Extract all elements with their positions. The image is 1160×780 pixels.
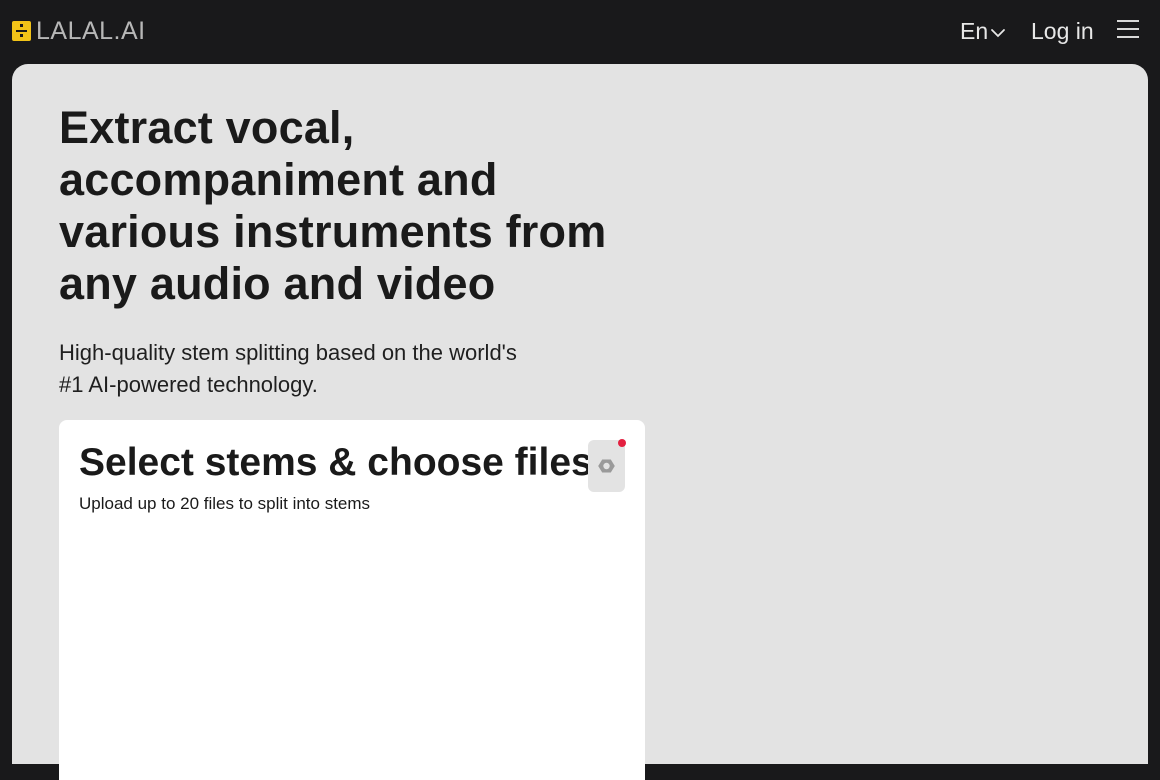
notification-dot (618, 439, 626, 447)
upload-card-subtitle: Upload up to 20 files to split into stem… (79, 494, 371, 513)
top-navigation-bar: LALAL.AI En Log in (0, 0, 1160, 64)
hero-subtitle: High-quality stem splitting based on the… (59, 340, 517, 397)
main-content-panel: Extract vocal, accompaniment and various… (12, 64, 1148, 780)
upload-card-title: Select stems & choose files (79, 441, 593, 484)
settings-icon (598, 459, 615, 473)
logo-link[interactable]: LALAL.AI (12, 16, 146, 46)
login-button[interactable]: Log in (1031, 16, 1094, 46)
hero-headline: Extract vocal, accompaniment and various… (59, 102, 607, 309)
lalal-logo-icon (12, 21, 31, 41)
chevron-down-icon (991, 29, 1006, 38)
upload-card: Select stems & choose files Upload up to… (59, 420, 645, 780)
logo-text: LALAL.AI (36, 17, 146, 45)
language-selector[interactable]: En (960, 16, 1006, 46)
language-label: En (960, 17, 989, 44)
hamburger-menu-icon[interactable] (1117, 20, 1139, 40)
settings-button[interactable] (588, 439, 626, 492)
